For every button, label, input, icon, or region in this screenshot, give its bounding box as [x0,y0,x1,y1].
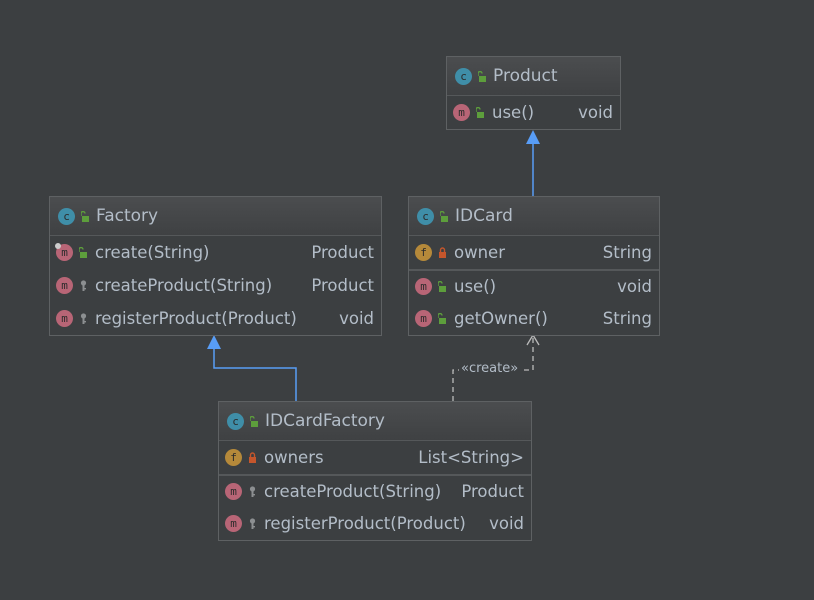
member-name: createProduct(String) [95,276,273,295]
class-name: IDCard [455,206,513,226]
protected-visibility-icon [73,309,88,328]
private-visibility-icon [242,448,257,467]
class-name: Factory [96,206,159,226]
public-visibility-icon [73,243,88,262]
member-name: createProduct(String) [264,482,442,501]
field-icon: f [225,449,242,466]
class-header[interactable]: c IDCard [409,197,659,236]
generalization-idcardfactory-factory [207,335,297,401]
class-header[interactable]: c Product [447,57,620,96]
method-row[interactable]: m registerProduct(Product) void [50,302,381,335]
abstract-class-icon: c [58,207,75,225]
method-row[interactable]: m createProduct(String) Product [219,474,531,507]
class-product[interactable]: c Product m use() void [446,56,621,130]
method-icon: m [56,277,73,294]
field-row[interactable]: f owner String [409,236,659,269]
protected-visibility-icon [242,514,257,533]
member-type: Product [461,482,524,501]
member-name: registerProduct(Product) [264,514,466,533]
member-type: Product [311,243,374,262]
protected-visibility-icon [73,276,88,295]
public-visibility-icon [432,309,447,328]
method-icon: m [55,243,73,261]
method-row[interactable]: m registerProduct(Product) void [219,507,531,540]
method-icon: m [453,104,470,121]
member-name: owners [264,448,324,467]
class-factory[interactable]: c Factory m create(String) Product m cre… [49,196,382,336]
member-name: use() [492,103,535,122]
generalization-idcard-product [526,130,540,196]
member-type: void [489,514,524,533]
member-type: void [578,103,613,122]
member-type: Product [311,276,374,295]
method-icon: m [56,310,73,327]
public-visibility-icon [434,207,449,226]
class-name: IDCardFactory [265,411,385,431]
method-icon: m [225,515,242,532]
member-name: use() [454,277,497,296]
method-row[interactable]: m use() void [447,96,620,129]
private-visibility-icon [432,243,447,262]
method-row[interactable]: m use() void [409,269,659,302]
class-idcardfactory[interactable]: c IDCardFactory f owners List<String> m … [218,401,532,541]
inheritance-arrowhead [526,130,540,144]
field-icon: f [415,244,432,261]
member-name: registerProduct(Product) [95,309,297,328]
member-name: create(String) [95,243,210,262]
method-row[interactable]: m createProduct(String) Product [50,269,381,302]
class-header[interactable]: c IDCardFactory [219,402,531,441]
public-visibility-icon [472,67,487,86]
protected-visibility-icon [242,482,257,501]
member-type: void [339,309,374,328]
inheritance-arrowhead [207,335,221,349]
public-visibility-icon [470,103,485,122]
member-name: getOwner() [454,309,548,328]
public-visibility-icon [432,277,447,296]
public-visibility-icon [244,412,259,431]
class-icon: c [227,412,244,430]
class-header[interactable]: c Factory [50,197,381,236]
field-row[interactable]: f owners List<String> [219,441,531,474]
member-type: String [602,243,652,262]
method-row[interactable]: m create(String) Product [50,236,381,269]
method-icon: m [415,310,432,327]
class-icon: c [417,207,434,225]
member-name: owner [454,243,505,262]
member-type: List<String> [418,448,524,467]
class-name: Product [493,66,558,86]
method-row[interactable]: m getOwner() String [409,302,659,335]
class-idcard[interactable]: c IDCard f owner String m use() void m g… [408,196,660,336]
public-visibility-icon [75,207,90,226]
member-type: String [602,309,652,328]
method-icon: m [415,278,432,295]
class-icon: c [455,67,472,85]
method-icon: m [225,483,242,500]
member-type: void [617,277,652,296]
create-stereotype-label: «create» [461,361,519,376]
